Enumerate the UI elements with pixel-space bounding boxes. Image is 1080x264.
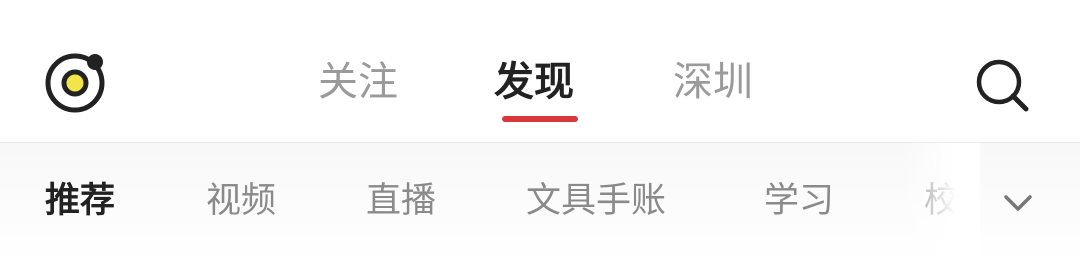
search-icon[interactable] (972, 56, 1032, 112)
category-video[interactable]: 视频 (206, 178, 276, 224)
category-stationery[interactable]: 文具手账 (526, 178, 666, 224)
tab-follow[interactable]: 关注 (318, 56, 398, 108)
tab-discover[interactable]: 发现 (494, 56, 574, 108)
category-bar: 推荐 视频 直播 文具手账 学习 校园 (0, 143, 1080, 264)
category-campus[interactable]: 校园 (924, 178, 970, 224)
category-campus-clipped[interactable]: 校园 (924, 178, 970, 224)
chevron-down-icon[interactable] (998, 187, 1038, 219)
category-recommend[interactable]: 推荐 (45, 178, 115, 224)
active-tab-indicator (502, 116, 578, 122)
category-study[interactable]: 学习 (764, 178, 834, 224)
category-live[interactable]: 直播 (366, 178, 436, 224)
camera-lens-logo-icon[interactable] (42, 50, 108, 116)
tab-city[interactable]: 深圳 (673, 56, 753, 108)
top-nav-bar: 关注 发现 深圳 (0, 0, 1080, 143)
